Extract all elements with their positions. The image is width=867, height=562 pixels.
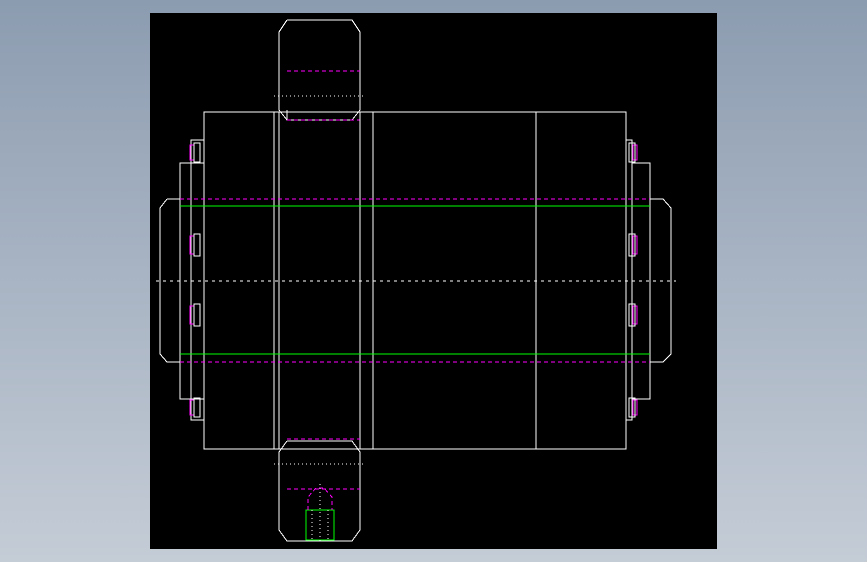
- cad-drawing: [156, 19, 676, 542]
- bottom-shaft-dotted: [274, 463, 364, 541]
- left-bolt-heads: [193, 142, 201, 418]
- bottom-shaft: [278, 440, 361, 542]
- top-shaft-hidden: [287, 70, 360, 121]
- bottom-shaft-hidden: [287, 438, 360, 510]
- left-end-caps: [159, 139, 205, 421]
- right-bolts: [632, 144, 638, 416]
- bore-lines: [180, 205, 650, 355]
- right-end-caps: [625, 139, 672, 421]
- top-shaft: [278, 19, 361, 121]
